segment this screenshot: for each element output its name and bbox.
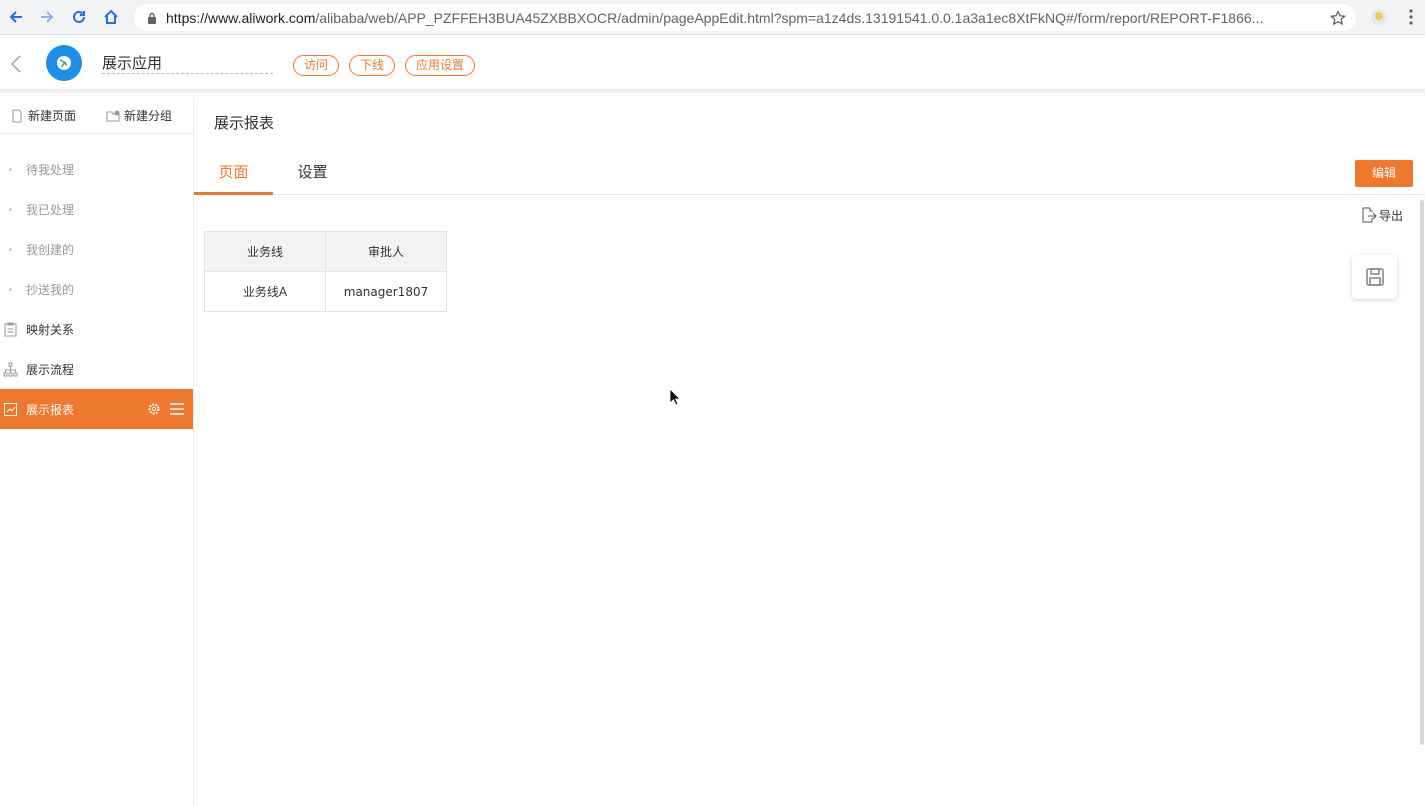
sidebar-item-label: 展示报表 [26,402,75,417]
url-path: /alibaba/web/APP_PZFFEH3BUA45ZXBBXOCR/ad… [315,9,1264,26]
visit-button[interactable]: 访问 [293,55,339,76]
new-folder-icon [106,110,120,121]
column-header[interactable]: 业务线 [204,231,326,272]
sidebar-actions: 新建页面 新建分组 [0,97,193,134]
sidebar-item-mapping[interactable]: 映射关系 [0,309,193,349]
scrollbar[interactable] [1420,200,1424,745]
chart-icon [4,402,17,416]
tab-bar: 页面 设置 [194,155,1425,195]
report-table: 业务线 审批人 业务线A manager1807 [204,231,447,312]
browser-reload-button[interactable] [63,1,95,33]
offline-button[interactable]: 下线 [349,55,395,76]
new-page-icon [12,109,22,122]
address-bar[interactable]: https://www.aliwork.com/alibaba/web/APP_… [134,4,1356,31]
menu-icon[interactable] [169,402,185,416]
browser-toolbar: https://www.aliwork.com/alibaba/web/APP_… [0,0,1425,35]
table-row: 业务线A manager1807 [204,271,447,312]
globe-icon [57,56,71,70]
sidebar-menu: 待我处理 我已处理 我创建的 抄送我的 映射关系 展示流程 展示报表 [0,149,193,429]
browser-menu-icon[interactable] [1408,8,1414,26]
app-name-field[interactable]: 展示应用 [102,52,273,74]
export-button[interactable]: 导出 [1359,206,1403,224]
bullet-icon [9,167,12,171]
new-group-label: 新建分组 [124,109,173,123]
bullet-icon [9,247,12,251]
sidebar-item-processed[interactable]: 我已处理 [0,189,193,229]
lock-icon [148,12,156,24]
app-settings-button[interactable]: 应用设置 [405,55,475,76]
save-button[interactable] [1352,255,1397,299]
browser-forward-button[interactable] [31,1,63,33]
browser-back-button[interactable] [0,1,32,33]
sidebar-item-flow[interactable]: 展示流程 [0,349,193,389]
sidebar-item-report[interactable]: 展示报表 [0,389,193,429]
sidebar-item-label: 展示流程 [26,362,75,377]
sidebar-item-cc[interactable]: 抄送我的 [0,269,193,309]
sidebar-item-label: 映射关系 [26,322,75,337]
extension-icon[interactable] [1369,7,1389,27]
export-icon [1362,207,1377,223]
column-header[interactable]: 审批人 [325,231,447,272]
sidebar-item-label: 抄送我的 [26,282,75,297]
reload-icon [73,10,85,23]
export-label: 导出 [1379,208,1404,223]
new-page-button[interactable]: 新建页面 [10,107,76,124]
sidebar-item-label: 我已处理 [26,202,75,217]
new-group-button[interactable]: 新建分组 [106,107,172,124]
new-page-label: 新建页面 [28,109,77,123]
back-chevron-icon[interactable] [8,54,24,74]
sidebar-item-created[interactable]: 我创建的 [0,229,193,269]
tab-settings[interactable]: 设置 [273,161,352,195]
mouse-cursor-icon [669,388,681,406]
sidebar: 新建页面 新建分组 待我处理 我已处理 我创建的 抄送我的 映射关系 展示流程 … [0,97,194,806]
save-icon [1365,268,1384,286]
table-cell: manager1807 [325,271,447,312]
tab-page[interactable]: 页面 [194,161,273,195]
sidebar-item-pending[interactable]: 待我处理 [0,149,193,189]
form-icon [4,322,17,336]
app-header: 展示应用 访问 下线 应用设置 [0,36,1425,93]
bullet-icon [9,207,12,211]
arrow-right-icon [41,11,54,23]
url-host: https://www.aliwork.com [166,9,316,26]
bookmark-star-icon[interactable] [1330,10,1346,26]
arrow-left-icon [9,11,22,23]
sidebar-item-label: 待我处理 [26,162,75,177]
page-title: 展示报表 [214,114,275,132]
sidebar-item-label: 我创建的 [26,242,75,257]
app-logo [46,45,82,81]
flow-icon [3,362,18,376]
edit-button[interactable]: 编辑 [1355,160,1413,187]
browser-home-button[interactable] [95,1,127,33]
gear-icon[interactable] [147,402,161,416]
main-content: 展示报表 页面 设置 编辑 导出 业务线 审批人 业务线A manager180… [194,97,1425,806]
table-cell: 业务线A [204,271,326,312]
bullet-icon [9,287,12,291]
home-icon [104,9,118,24]
table-header-row: 业务线 审批人 [204,231,447,272]
url-text: https://www.aliwork.com/alibaba/web/APP_… [166,10,1316,26]
